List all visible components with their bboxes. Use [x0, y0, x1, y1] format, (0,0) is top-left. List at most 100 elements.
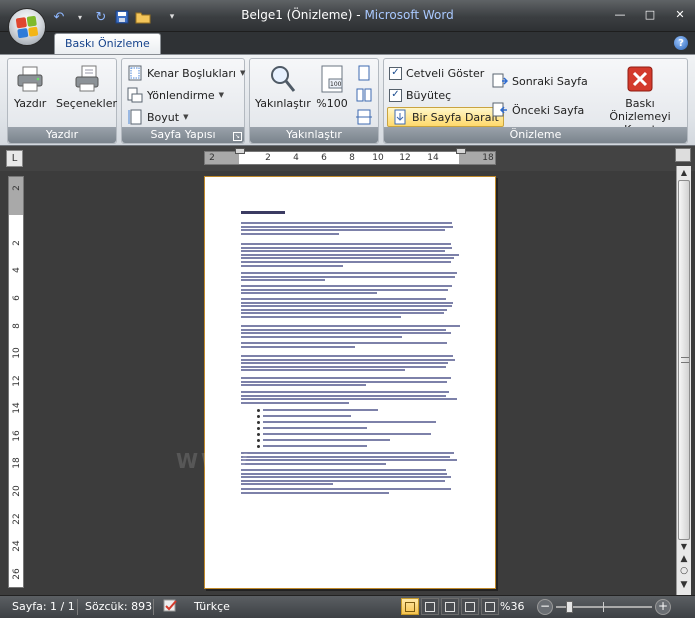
draft-view-icon[interactable]	[481, 598, 499, 615]
text-line	[241, 332, 452, 335]
ruler-tick: 10	[12, 347, 22, 359]
page-width-icon	[356, 109, 372, 125]
outline-view-icon[interactable]	[461, 598, 479, 615]
zoom-slider-thumb[interactable]	[566, 601, 573, 613]
scroll-thumb[interactable]	[678, 180, 690, 540]
text-line	[241, 292, 378, 295]
text-line	[241, 275, 455, 278]
two-pages-icon	[356, 87, 372, 103]
left-indent-handle[interactable]	[235, 148, 245, 154]
word-count[interactable]: Sözcük: 893	[85, 600, 152, 613]
text-line	[241, 391, 450, 393]
size-label: Boyut	[147, 110, 180, 124]
text-line	[241, 394, 447, 397]
page-width-view-button[interactable]	[356, 107, 372, 127]
text-line	[241, 285, 453, 287]
ruler-row: L 2 2 4 6 8 10 12 14 18	[0, 146, 695, 171]
text-line	[241, 479, 445, 482]
previous-page-button[interactable]: Önceki Sayfa	[492, 100, 584, 120]
list-item	[263, 427, 367, 429]
zoom-out-button[interactable]: −	[537, 599, 553, 615]
zoom-in-button[interactable]: +	[655, 599, 671, 615]
ruler-tick: 16	[12, 430, 22, 442]
scroll-up-icon[interactable]: ▲	[677, 166, 691, 180]
margins-button[interactable]: Kenar Boşlukları ▼	[127, 63, 245, 83]
ruler-tick: 20	[12, 485, 22, 497]
next-page-label: Sonraki Sayfa	[512, 74, 588, 88]
one-page-view-button[interactable]	[356, 63, 372, 83]
zoom-button[interactable]: Yakınlaştır	[255, 63, 311, 110]
ruler-tick: 26	[12, 568, 22, 580]
zoom-100-label: %100	[316, 97, 348, 110]
minimize-button[interactable]: —	[611, 6, 629, 22]
horizontal-ruler[interactable]: 2 2 4 6 8 10 12 14 18	[204, 148, 496, 165]
view-ruler-icon[interactable]	[675, 148, 691, 162]
tab-print-preview[interactable]: Baskı Önizleme	[54, 33, 161, 56]
print-layout-view-icon[interactable]	[401, 598, 419, 615]
text-line	[241, 261, 451, 263]
web-layout-view-icon[interactable]	[441, 598, 459, 615]
print-button[interactable]: Yazdır	[14, 63, 46, 110]
group-label-zoom: Yakınlaştır	[250, 127, 378, 143]
shrink-one-page-button[interactable]: Bir Sayfa Daralt	[387, 107, 504, 127]
options-button[interactable]: Seçenekler	[56, 63, 117, 110]
orientation-label: Yönlendirme	[147, 88, 215, 102]
full-screen-reading-view-icon[interactable]	[421, 598, 439, 615]
options-button-label: Seçenekler	[56, 97, 118, 110]
tab-selector-button[interactable]: L	[6, 150, 23, 167]
list-item	[263, 433, 432, 435]
chevron-down-icon: ▼	[239, 69, 246, 77]
help-icon[interactable]: ?	[674, 36, 688, 50]
show-ruler-checkbox[interactable]: ✓ Cetveli Göster	[389, 63, 484, 83]
preview-page[interactable]	[204, 176, 496, 589]
shrink-page-icon	[392, 109, 408, 125]
app-name: Microsoft Word	[364, 8, 454, 22]
browse-object-icon[interactable]: ○	[677, 564, 691, 578]
group-zoom: Yakınlaştır 100 %100 Yakınlaştır	[249, 58, 379, 144]
ruler-tick: 8	[12, 323, 22, 329]
page-setup-label-text: Sayfa Yapısı	[150, 128, 216, 141]
size-button[interactable]: Boyut ▼	[127, 107, 188, 127]
vertical-ruler[interactable]: 2 2 4 6 8 10 12 14 16 18 20 22 24 26	[8, 176, 24, 588]
document-name: Belge1 (Önizleme)	[241, 8, 353, 22]
list-bullet	[257, 408, 260, 412]
text-line	[241, 257, 454, 260]
ruler-tick: 4	[293, 153, 299, 163]
text-line	[241, 308, 447, 311]
next-page-button[interactable]: Sonraki Sayfa	[492, 71, 588, 91]
zoom-level[interactable]: %36	[500, 600, 524, 613]
dialog-launcher-icon[interactable]: ↘	[233, 132, 242, 141]
page-size-icon	[127, 109, 143, 125]
two-pages-view-button[interactable]	[356, 85, 372, 105]
printer-icon	[14, 63, 46, 95]
ruler-tick: 6	[12, 295, 22, 301]
vertical-scrollbar[interactable]: ▲ ▼ ▲ ○ ▼	[676, 166, 691, 595]
text-line	[241, 232, 340, 235]
right-indent-handle[interactable]	[456, 148, 466, 154]
ruler-tick: 22	[12, 513, 22, 525]
shrink-one-page-label: Bir Sayfa Daralt	[412, 110, 499, 124]
text-line	[241, 398, 457, 401]
next-page-icon	[492, 73, 508, 89]
group-page-setup: Kenar Boşlukları ▼ Yönlendirme ▼ Boyut ▼…	[121, 58, 245, 144]
status-separator	[153, 599, 154, 615]
document-workspace: WWW	[28, 171, 675, 595]
maximize-button[interactable]: □	[641, 6, 659, 22]
text-line	[241, 401, 349, 404]
text-line	[241, 253, 459, 256]
text-line	[241, 288, 448, 291]
office-button[interactable]	[8, 8, 46, 46]
list-bullet	[257, 444, 260, 448]
zoom-100-button[interactable]: 100 %100	[316, 63, 348, 110]
language-indicator[interactable]: Türkçe	[194, 600, 230, 613]
magnifier-checkbox[interactable]: ✓ Büyüteç	[389, 85, 451, 105]
list-bullet	[257, 420, 260, 424]
page-count[interactable]: Sayfa: 1 / 1	[12, 600, 75, 613]
title-bar: ↶ ▾ ↻ ▾ Belge1 (Önizleme) - Microsoft Wo…	[0, 0, 695, 32]
text-line	[241, 369, 405, 372]
close-window-button[interactable]: ✕	[671, 6, 689, 22]
orientation-button[interactable]: Yönlendirme ▼	[127, 85, 224, 105]
spelling-check-icon[interactable]	[162, 598, 180, 617]
close-preview-button[interactable]: Baskı Önizlemeyi Kapat	[594, 63, 686, 136]
next-page-nav-icon[interactable]: ▼	[677, 578, 691, 592]
